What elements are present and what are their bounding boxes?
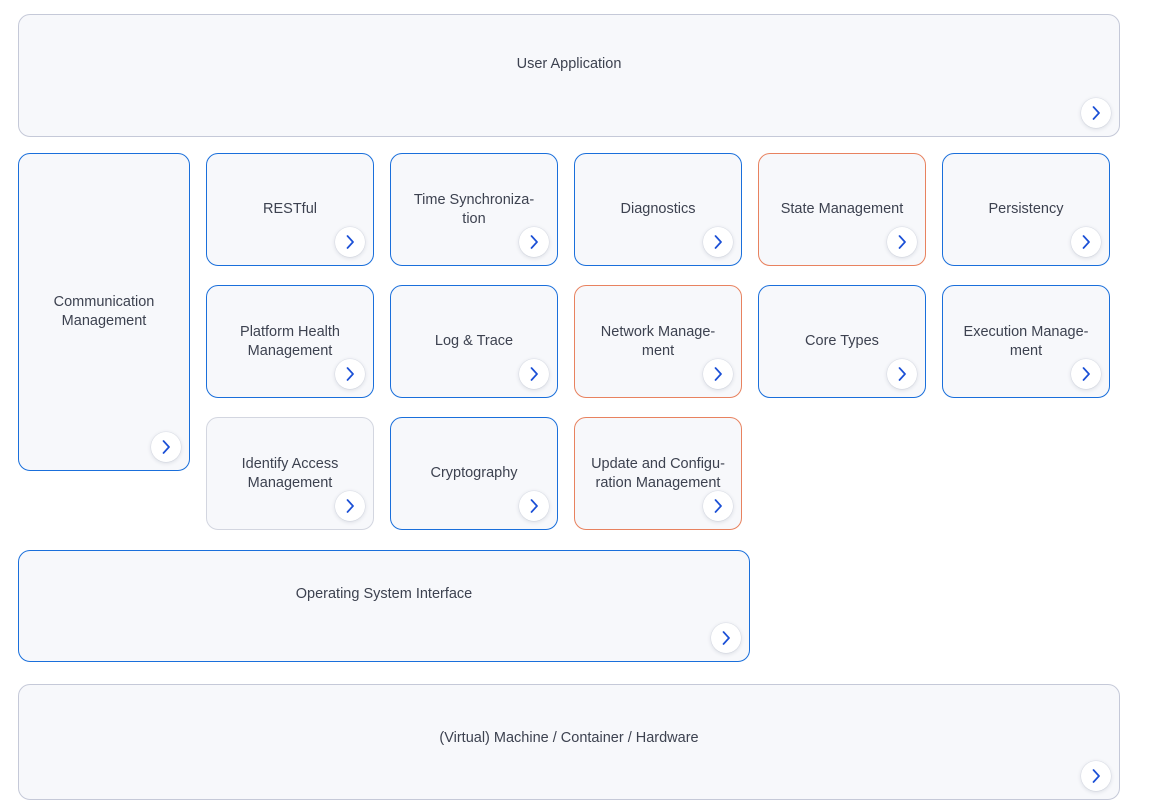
label-line: Diagnostics [620, 201, 696, 217]
chevron-right-icon[interactable] [887, 227, 917, 257]
chevron-right-icon[interactable] [887, 359, 917, 389]
label-line: Time Synchroniza- [413, 191, 535, 208]
card-update-and-configuration-management[interactable]: Update and Configu- ration Management [574, 417, 742, 530]
service-card-grid: RESTful Time Synchroniza- tion Diagnosti… [206, 153, 1120, 530]
architecture-diagram: User Application Communication Managemen… [18, 14, 1120, 800]
card-persistency[interactable]: Persistency [942, 153, 1110, 266]
chevron-right-icon[interactable] [711, 623, 741, 653]
card-identify-access-management-label: Identify Access Management [232, 455, 349, 493]
chevron-right-icon[interactable] [519, 491, 549, 521]
label-line: ration Management [595, 474, 721, 491]
label-line: Management [247, 474, 333, 491]
card-diagnostics-label: Diagnostics [611, 200, 706, 219]
card-communication-management-label: Communication Management [44, 293, 165, 331]
card-network-management-label: Network Manage- ment [591, 323, 725, 361]
chevron-right-icon[interactable] [1071, 359, 1101, 389]
card-identify-access-management[interactable]: Identify Access Management [206, 417, 374, 530]
card-cryptography-label: Cryptography [420, 464, 527, 483]
chevron-right-icon[interactable] [703, 227, 733, 257]
chevron-right-icon[interactable] [519, 359, 549, 389]
label-line: Update and Configu- [591, 455, 725, 472]
left-column: Communication Management [18, 153, 190, 530]
card-execution-management-label: Execution Manage- ment [954, 323, 1099, 361]
label-line: ment [641, 342, 675, 359]
card-restful-label: RESTful [253, 200, 327, 219]
card-restful[interactable]: RESTful [206, 153, 374, 266]
layer-operating-system-interface-label: Operating System Interface [295, 586, 473, 602]
card-platform-health-management-label: Platform Health Management [230, 323, 350, 361]
card-row: Identify Access Management Cryptography [206, 417, 1120, 530]
chevron-right-icon[interactable] [1071, 227, 1101, 257]
label-line: Management [61, 313, 147, 329]
label-line: Core Types [805, 333, 879, 349]
card-row: Platform Health Management Log & Trace N… [206, 285, 1120, 398]
label-line: Communication [53, 294, 155, 310]
chevron-right-icon[interactable] [335, 227, 365, 257]
card-execution-management[interactable]: Execution Manage- ment [942, 285, 1110, 398]
chevron-right-icon[interactable] [703, 491, 733, 521]
layer-operating-system-interface[interactable]: Operating System Interface [18, 550, 750, 662]
label-line: Management [247, 342, 333, 359]
chevron-right-icon[interactable] [335, 359, 365, 389]
label-line: State Management [780, 201, 904, 217]
card-platform-health-management[interactable]: Platform Health Management [206, 285, 374, 398]
chevron-right-icon[interactable] [151, 432, 181, 462]
layer-hardware-label: (Virtual) Machine / Container / Hardware [439, 730, 699, 746]
label-line: Persistency [988, 201, 1064, 217]
card-log-and-trace-label: Log & Trace [425, 332, 523, 351]
card-row: RESTful Time Synchroniza- tion Diagnosti… [206, 153, 1120, 266]
label-line: Platform Health [240, 323, 340, 340]
middle-region: Communication Management RESTful Time Sy… [18, 153, 1120, 530]
layer-user-application-label: User Application [516, 56, 622, 72]
label-line: Execution Manage- [963, 323, 1089, 340]
label-line: Cryptography [430, 465, 518, 481]
card-state-management-label: State Management [771, 200, 914, 219]
label-line: Log & Trace [434, 333, 514, 349]
card-log-and-trace[interactable]: Log & Trace [390, 285, 558, 398]
card-time-synchronization[interactable]: Time Synchroniza- tion [390, 153, 558, 266]
card-persistency-label: Persistency [979, 200, 1074, 219]
chevron-right-icon[interactable] [703, 359, 733, 389]
label-line: RESTful [263, 201, 317, 217]
layer-user-application[interactable]: User Application [18, 14, 1120, 137]
card-diagnostics[interactable]: Diagnostics [574, 153, 742, 266]
card-update-and-configuration-management-label: Update and Configu- ration Management [581, 455, 735, 493]
card-core-types-label: Core Types [795, 332, 889, 351]
card-state-management[interactable]: State Management [758, 153, 926, 266]
label-line: Network Manage- [600, 323, 716, 340]
chevron-right-icon[interactable] [519, 227, 549, 257]
chevron-right-icon[interactable] [1081, 761, 1111, 791]
label-line: ment [1009, 342, 1043, 359]
layer-hardware[interactable]: (Virtual) Machine / Container / Hardware [18, 684, 1120, 800]
card-network-management[interactable]: Network Manage- ment [574, 285, 742, 398]
chevron-right-icon[interactable] [1081, 98, 1111, 128]
label-line: tion [462, 210, 486, 227]
label-line: Identify Access [241, 455, 339, 472]
chevron-right-icon[interactable] [335, 491, 365, 521]
card-cryptography[interactable]: Cryptography [390, 417, 558, 530]
card-communication-management[interactable]: Communication Management [18, 153, 190, 471]
card-time-synchronization-label: Time Synchroniza- tion [404, 191, 544, 229]
card-core-types[interactable]: Core Types [758, 285, 926, 398]
